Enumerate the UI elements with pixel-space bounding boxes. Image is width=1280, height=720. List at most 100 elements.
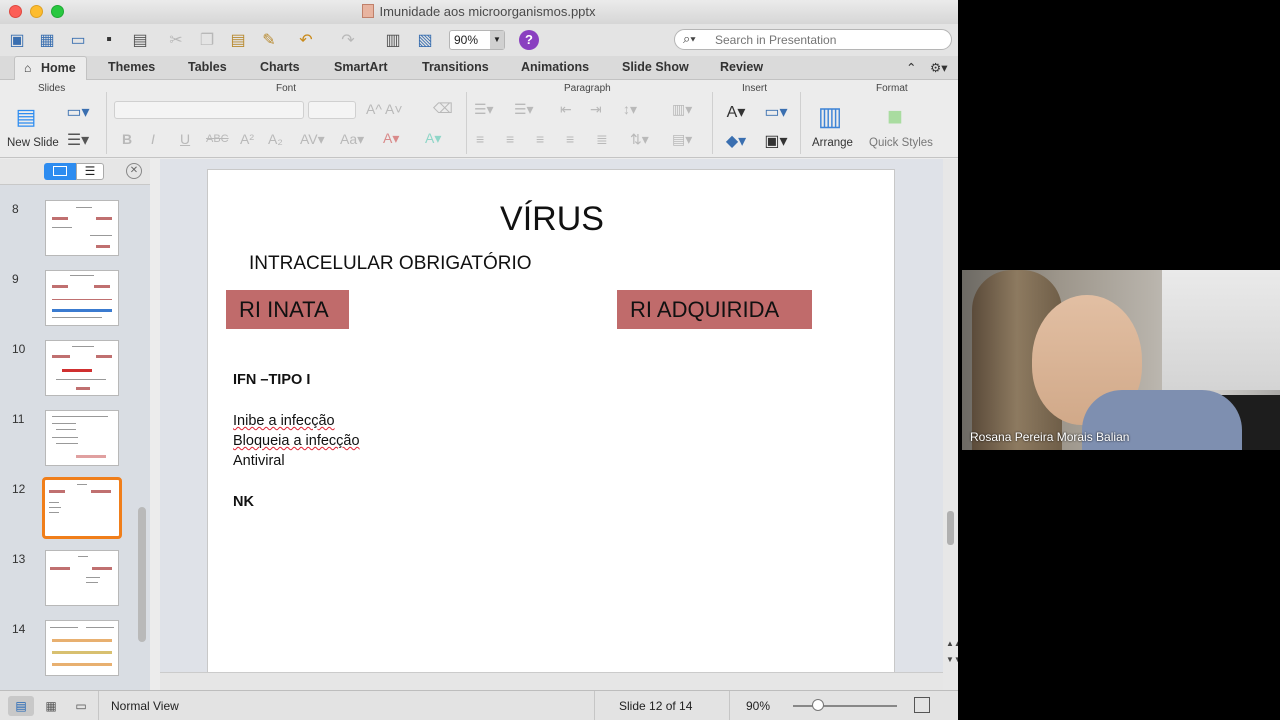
copy-icon[interactable]: ❐ [195,28,219,52]
close-icon[interactable]: ✕ [126,163,142,179]
line-spacing-icon[interactable]: ↕▾ [623,101,637,118]
slide-text-ifn[interactable]: IFN –TIPO I [233,372,310,388]
slide-title[interactable]: VÍRUS [208,200,896,239]
new-document-icon[interactable]: ▣ [5,28,29,52]
print-icon[interactable]: ▤ [128,28,152,52]
undo-icon[interactable]: ↶ [294,28,318,52]
slide-thumbnail[interactable]: 8 [0,200,140,262]
justify-icon[interactable]: ≡ [566,131,574,147]
slide-sorter-icon[interactable]: ▦ [38,696,64,716]
decrease-indent-icon[interactable]: ⇤ [560,101,572,118]
search-box[interactable]: ⌕▾ [674,29,952,50]
shape-icon[interactable]: ◆▾ [720,129,752,153]
increase-indent-icon[interactable]: ⇥ [590,101,602,118]
notes-pane[interactable] [160,672,943,690]
slide-thumbnail[interactable]: 9 [0,270,140,332]
zoom-select[interactable]: 90% ▼ [449,30,505,50]
search-icon: ⌕▾ [683,31,696,46]
underline-icon[interactable]: U [180,131,190,147]
picture-icon[interactable]: ▭▾ [760,100,792,124]
save-icon[interactable]: ▪ [97,28,121,52]
tab-smartart[interactable]: SmartArt [334,60,388,74]
slide-show-icon[interactable]: ▥ [381,28,405,52]
text-effects-icon[interactable]: A▾ [425,130,441,147]
italic-icon[interactable]: I [151,131,155,147]
slide-thumbnail[interactable]: 14 [0,620,140,682]
tab-tables[interactable]: Tables [188,60,227,74]
tab-charts[interactable]: Charts [260,60,300,74]
bold-icon[interactable]: B [122,131,132,147]
group-label-paragraph: Paragraph [564,83,611,94]
slide-text-bloqueia[interactable]: Bloqueia a infecção [233,433,360,449]
normal-view-icon[interactable]: ▤ [8,696,34,716]
slide-editor: VÍRUS INTRACELULAR OBRIGATÓRIO RI INATA … [160,159,943,672]
tab-animations[interactable]: Animations [521,60,589,74]
bullets-icon[interactable]: ☰▾ [474,101,494,118]
font-name-field[interactable] [114,101,304,119]
slide-thumbnail[interactable]: 10 [0,340,140,402]
search-input[interactable] [715,32,945,47]
ri-adquirida-box[interactable]: RI ADQUIRIDA [617,290,812,329]
slide-subtitle[interactable]: INTRACELULAR OBRIGATÓRIO [249,253,532,275]
ri-inata-box[interactable]: RI INATA [226,290,349,329]
group-label-insert: Insert [742,83,768,94]
superscript-icon[interactable]: A² [240,131,254,147]
tab-themes[interactable]: Themes [108,60,155,74]
align-center-icon[interactable]: ≡ [506,131,514,147]
clear-format-icon[interactable]: ⌫ [433,100,453,117]
media-icon[interactable]: ▣▾ [760,129,792,153]
tab-review[interactable]: Review [720,60,763,74]
outline-icon: ☰ [84,164,96,178]
align-text-icon[interactable]: ▤▾ [672,131,692,148]
zoom-slider[interactable] [793,705,897,707]
cut-icon[interactable]: ✂ [164,28,188,52]
section-icon[interactable]: ☰▾ [66,128,90,152]
editor-scrollbar[interactable]: ▲▲ ▼▼ [943,159,958,690]
distribute-icon[interactable]: ≣ [596,131,608,148]
templates-icon[interactable]: ▦ [35,28,59,52]
slide-text-nk[interactable]: NK [233,494,254,510]
open-folder-icon[interactable]: ▭ [66,28,90,52]
next-slide-icon[interactable]: ▼▼ [946,655,958,664]
change-case-icon[interactable]: Aa▾ [340,131,364,148]
columns-icon[interactable]: ▥▾ [672,101,692,118]
grow-font-icon[interactable]: A^ A˅ [366,101,403,117]
align-right-icon[interactable]: ≡ [536,131,544,147]
tab-transitions[interactable]: Transitions [422,60,489,74]
slide-text-antiviral[interactable]: Antiviral [233,453,285,469]
character-spacing-icon[interactable]: AV▾ [300,131,325,148]
font-size-field[interactable] [308,101,356,119]
collapse-ribbon-icon[interactable]: ⌃ [906,60,916,75]
format-painter-icon[interactable]: ✎ [257,28,281,52]
thumbnails-view-button[interactable] [44,163,76,180]
gear-icon[interactable]: ⚙▾ [930,60,947,75]
help-icon[interactable]: ? [519,30,539,50]
media-browser-icon[interactable]: ▧ [413,28,437,52]
text-direction-icon[interactable]: ⇅▾ [630,131,649,148]
presenter-view-icon[interactable]: ▭ [68,696,94,716]
font-color-icon[interactable]: A▾ [383,130,399,147]
slide-text-inibe[interactable]: Inibe a infecção [233,413,335,429]
redo-icon[interactable]: ↷ [336,28,360,52]
zoom-slider-handle[interactable] [812,699,824,711]
fit-to-window-icon[interactable] [914,697,930,713]
numbering-icon[interactable]: ☰▾ [514,101,534,118]
thumbnail-scrollbar[interactable] [138,507,146,642]
slide-thumbnail[interactable]: 11 [0,410,140,472]
slide-thumbnail-selected[interactable]: 12 [0,477,140,542]
tab-home[interactable]: ⌂ Home [14,56,87,80]
outline-view-button[interactable]: ☰ [76,163,104,180]
title-bar: Imunidade aos microorganismos.pptx [0,0,958,24]
scroll-thumb[interactable] [947,511,954,545]
previous-slide-icon[interactable]: ▲▲ [946,639,958,648]
standard-toolbar: ▣ ▦ ▭ ▪ ▤ ✂ ❐ ▤ ✎ ↶ ↷ ▥ ▧ 90% ▼ ? ⌕▾ [0,24,958,56]
strikethrough-icon[interactable]: ABC [206,133,229,145]
text-box-icon[interactable]: A▾ [720,100,752,124]
align-left-icon[interactable]: ≡ [476,131,484,147]
layout-icon[interactable]: ▭▾ [66,100,90,124]
slide-thumbnail[interactable]: 13 [0,550,140,612]
tab-slide-show[interactable]: Slide Show [622,60,689,74]
paste-icon[interactable]: ▤ [226,28,250,52]
current-slide[interactable]: VÍRUS INTRACELULAR OBRIGATÓRIO RI INATA … [207,169,895,672]
subscript-icon[interactable]: A₂ [268,131,283,147]
